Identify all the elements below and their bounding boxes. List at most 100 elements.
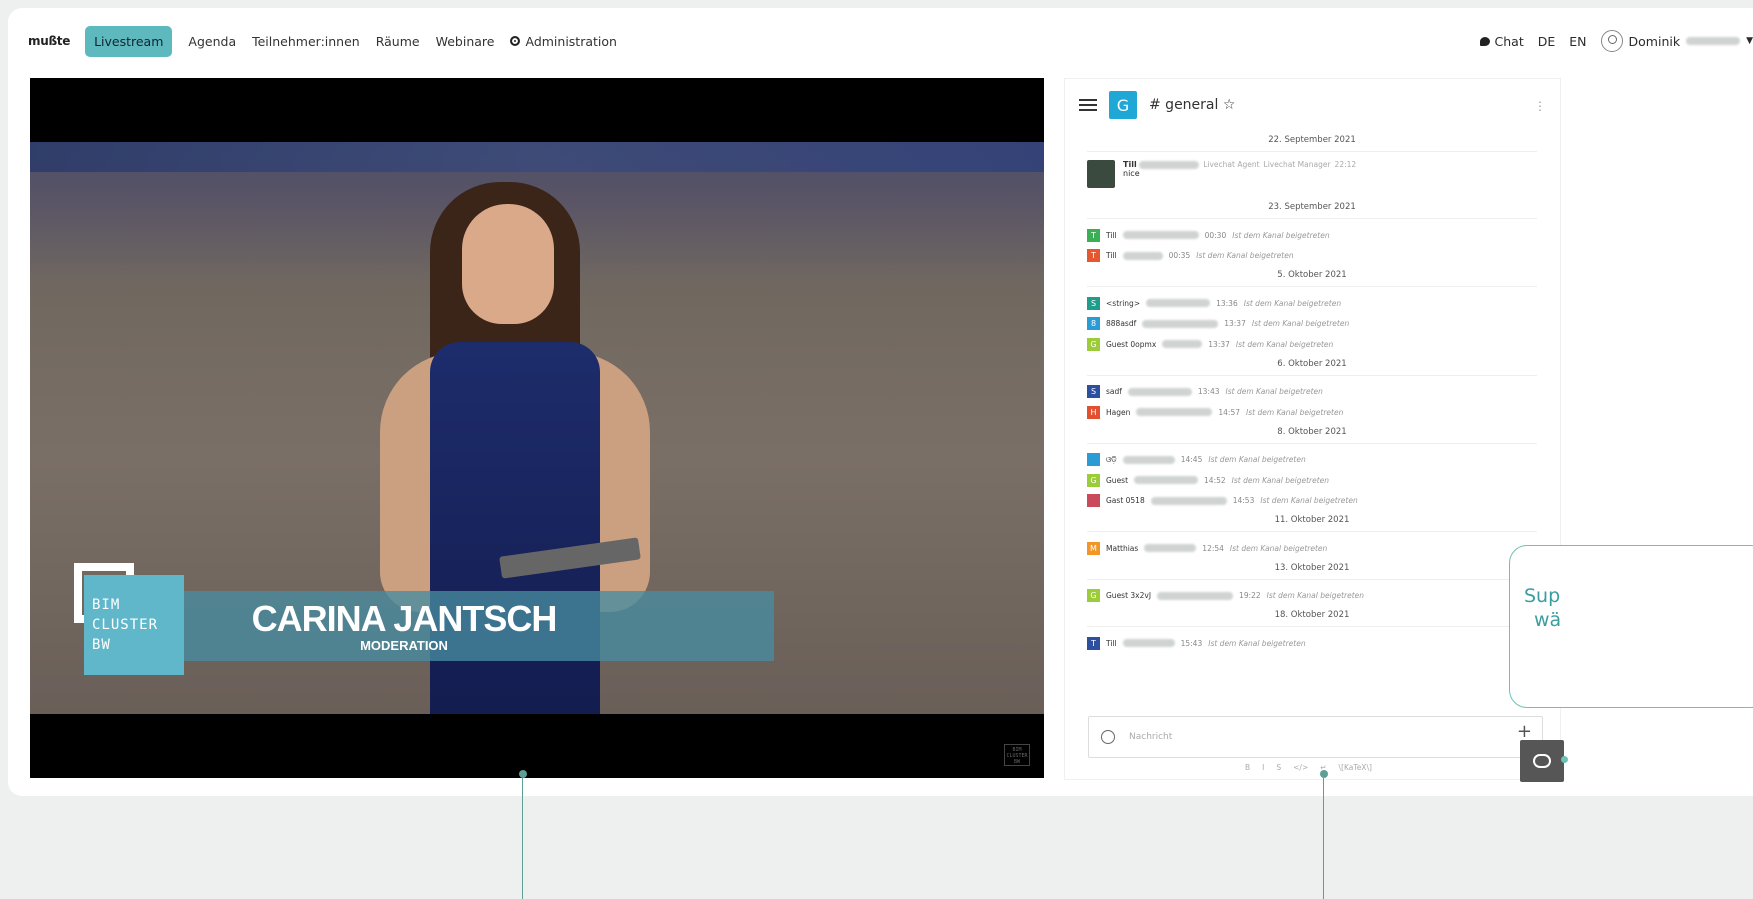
- code-button[interactable]: </>: [1293, 763, 1308, 772]
- chat-header: G # general ☆ ⋮: [1065, 79, 1560, 131]
- chat-bubble-icon: [1479, 36, 1490, 46]
- chat-link[interactable]: Chat: [1479, 34, 1524, 49]
- support-chat-button[interactable]: [1520, 740, 1564, 782]
- system-message-item: G Guest 14:52 Ist dem Kanal beigetreten: [1087, 470, 1537, 491]
- blurred-text: [1134, 476, 1199, 485]
- message-time: 14:53: [1232, 496, 1255, 506]
- nav-livestream[interactable]: Livestream: [85, 25, 173, 57]
- room-avatar: G: [1109, 91, 1137, 119]
- emoji-icon[interactable]: [1101, 730, 1115, 744]
- room-name[interactable]: # general ☆: [1149, 97, 1235, 113]
- livestream-video-player[interactable]: BIM CLUSTER BW CARINA JANTSCH MODERATION…: [30, 78, 1044, 778]
- user-avatar-icon: [1600, 30, 1623, 52]
- plus-icon[interactable]: +: [1517, 721, 1532, 742]
- katex-button[interactable]: \[KaTeX\]: [1339, 763, 1372, 772]
- message-author[interactable]: ଓଡ଼ି: [1106, 455, 1117, 465]
- user-initial-avatar[interactable]: S: [1087, 385, 1100, 399]
- strike-button[interactable]: S: [1276, 763, 1281, 772]
- message-time: 13:36: [1216, 298, 1238, 308]
- chat-panel: G # general ☆ ⋮ 22. September 2021 Till L…: [1064, 78, 1561, 780]
- blurred-surname: [1686, 37, 1741, 45]
- message-text: Ist dem Kanal beigetreten: [1232, 230, 1330, 240]
- user-menu[interactable]: Dominik ▼: [1600, 30, 1753, 52]
- logo-line-2: CLUSTER: [92, 617, 159, 633]
- message-composer[interactable]: Nachricht +: [1088, 716, 1543, 758]
- user-initial-avatar[interactable]: G: [1087, 589, 1100, 603]
- date-separator: 5. Oktober 2021: [1087, 266, 1537, 287]
- message-author[interactable]: Till: [1106, 639, 1117, 648]
- nav-rooms[interactable]: Räume: [376, 34, 420, 49]
- language-en[interactable]: EN: [1569, 34, 1586, 49]
- stage-light-band: [30, 142, 1044, 172]
- message-author[interactable]: Gast 0518: [1106, 496, 1145, 505]
- user-initial-avatar[interactable]: H: [1087, 405, 1100, 419]
- date-separator: 23. September 2021: [1087, 198, 1537, 219]
- user-avatar[interactable]: [1087, 160, 1115, 188]
- system-message-item: Gast 0518 14:53 Ist dem Kanal beigetreten: [1087, 491, 1537, 512]
- date-separator: 13. Oktober 2021: [1087, 559, 1537, 580]
- message-author[interactable]: Hagen: [1106, 408, 1130, 417]
- blurred-text: [1122, 455, 1175, 464]
- message-time: 22:12: [1334, 160, 1357, 169]
- message-item[interactable]: Till Livechat Agent Livechat Manager 22:12…: [1087, 160, 1537, 188]
- message-author[interactable]: Guest: [1106, 476, 1128, 485]
- format-toolbar: B I S </> ↵ \[KaTeX\]: [1245, 763, 1372, 772]
- speaker-name: CARINA JANTSCH: [251, 597, 558, 639]
- annotation-line-chat: [1323, 778, 1324, 899]
- user-initial-avatar[interactable]: G: [1087, 337, 1100, 351]
- date-separator: 22. September 2021: [1087, 131, 1537, 152]
- nav-administration[interactable]: Administration: [510, 34, 617, 49]
- message-author[interactable]: sadf: [1106, 387, 1122, 396]
- role-badge: Livechat Agent: [1203, 160, 1260, 169]
- kebab-menu-icon[interactable]: ⋮: [1534, 99, 1546, 113]
- user-initial-avatar[interactable]: G: [1087, 473, 1100, 487]
- message-author[interactable]: Guest 0opmx: [1106, 340, 1156, 349]
- message-time: 14:52: [1204, 475, 1226, 485]
- lower-third-bar: CARINA JANTSCH MODERATION: [184, 591, 774, 661]
- user-initial-avatar[interactable]: T: [1087, 249, 1100, 263]
- system-message-item: S <string> 13:36 Ist dem Kanal beigetreten: [1087, 293, 1537, 314]
- message-author[interactable]: Matthias: [1106, 544, 1138, 553]
- message-text: Ist dem Kanal beigetreten: [1208, 638, 1306, 648]
- nav-agenda[interactable]: Agenda: [188, 34, 236, 49]
- support-tooltip: Sup wä: [1509, 545, 1753, 708]
- user-initial-avatar[interactable]: [1087, 494, 1100, 508]
- system-message-item: G Guest 0opmx 13:37 Ist dem Kanal beigetret…: [1087, 334, 1537, 355]
- chevron-down-icon: ▼: [1746, 36, 1753, 46]
- italic-button[interactable]: I: [1262, 763, 1264, 772]
- message-author[interactable]: Till: [1106, 231, 1117, 240]
- message-author[interactable]: 888asdf: [1106, 319, 1136, 328]
- message-time: 12:54: [1202, 543, 1224, 553]
- blurred-text: [1127, 387, 1192, 396]
- message-input[interactable]: Nachricht: [1129, 732, 1172, 742]
- support-line-2: wä: [1534, 609, 1562, 631]
- user-initial-avatar[interactable]: M: [1087, 541, 1100, 555]
- user-initial-avatar[interactable]: 8: [1087, 317, 1100, 331]
- support-line-1: Sup: [1524, 585, 1561, 607]
- message-text: Ist dem Kanal beigetreten: [1225, 387, 1323, 397]
- system-message-item: H Hagen 14:57 Ist dem Kanal beigetreten: [1087, 402, 1537, 423]
- user-initial-avatar[interactable]: S: [1087, 296, 1100, 310]
- system-message-item: T Till 00:35 Ist dem Kanal beigetreten: [1087, 246, 1537, 267]
- message-author[interactable]: Guest 3x2vJ: [1106, 591, 1151, 600]
- user-initial-avatar[interactable]: T: [1087, 636, 1100, 650]
- blurred-text: [1136, 408, 1213, 417]
- system-message-item: Ssadf 13:43 Ist dem Kanal beigetreten: [1087, 382, 1537, 403]
- message-time: 00:35: [1168, 251, 1191, 261]
- system-message-item: M Matthias 12:54 Ist dem Kanal beigetreten: [1087, 538, 1537, 559]
- nav-participants[interactable]: Teilnehmer:innen: [252, 34, 360, 49]
- blurred-text: [1150, 496, 1227, 505]
- user-initial-avatar[interactable]: [1087, 453, 1100, 467]
- bold-button[interactable]: B: [1245, 763, 1250, 772]
- message-author[interactable]: Till: [1106, 251, 1117, 260]
- user-initial-avatar[interactable]: T: [1087, 228, 1100, 242]
- message-author[interactable]: Till: [1123, 160, 1137, 169]
- message-text: Ist dem Kanal beigetreten: [1231, 475, 1330, 485]
- nav-webinars[interactable]: Webinare: [436, 34, 495, 49]
- menu-icon[interactable]: [1079, 99, 1097, 111]
- app-logo[interactable]: mußte: [28, 34, 70, 48]
- language-de[interactable]: DE: [1538, 34, 1556, 49]
- system-message-item: 8 888asdf 13:37 Ist dem Kanal beigetreten: [1087, 314, 1537, 335]
- logo-line-3: BW: [92, 637, 111, 653]
- message-author[interactable]: <string>: [1106, 299, 1140, 308]
